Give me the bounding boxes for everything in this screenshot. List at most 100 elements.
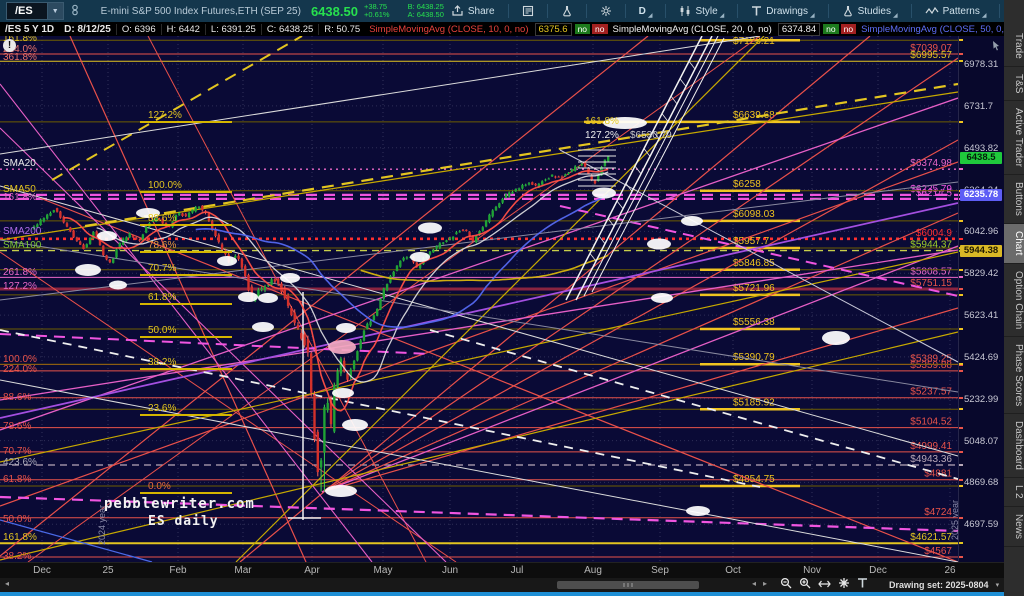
trendline[interactable] xyxy=(0,329,761,488)
price-level-label[interactable]: $4724 xyxy=(924,507,952,518)
fib-label[interactable]: 0.0% xyxy=(148,481,171,492)
sidebar-tab-t-s[interactable]: T&S xyxy=(1004,67,1024,102)
drawing-set-selector[interactable]: Drawing set: 2025-0804 xyxy=(889,580,989,590)
price-level-label[interactable]: $4999.41 xyxy=(910,441,952,452)
ellipse-annotation[interactable] xyxy=(328,340,356,354)
price-level-label[interactable]: $6374.98 xyxy=(910,158,952,169)
time-axis[interactable]: Dec 25 Feb Mar Apr May Jun Jul Aug Sep Oct Nov Dec 26 xyxy=(0,562,1004,579)
fib-label[interactable]: 78.6% xyxy=(148,240,176,251)
fib-label[interactable]: 161.8% xyxy=(3,532,37,543)
page-left-icon[interactable]: ◂ xyxy=(752,579,756,588)
fib-label[interactable]: 61.8% xyxy=(148,292,176,303)
fib-label[interactable]: 100.0% xyxy=(148,180,182,191)
price-level-label[interactable]: $5944.37 xyxy=(910,240,952,251)
fib-label[interactable]: 78.6% xyxy=(3,421,31,432)
trendline[interactable] xyxy=(27,36,761,562)
timeframe-button[interactable]: D ◢ xyxy=(632,0,660,22)
sidebar-tab-l-2[interactable]: L 2 xyxy=(1004,478,1024,507)
fib-label[interactable]: 23.6% xyxy=(148,403,176,414)
fib-label[interactable]: SMA20 xyxy=(3,158,36,169)
style-button[interactable]: Style ◢ xyxy=(672,0,731,22)
fib-label[interactable]: 70.7% xyxy=(3,446,31,457)
fib-label[interactable]: 61.8% xyxy=(3,474,31,485)
price-axis[interactable]: 6978.316731.76493.826264.246042.965829.4… xyxy=(958,36,1005,562)
ellipse-annotation[interactable] xyxy=(258,293,278,303)
drawings-button[interactable]: Drawings ◢ xyxy=(744,0,821,22)
fib-label[interactable]: 161.8% xyxy=(3,192,37,203)
trendline[interactable] xyxy=(0,251,457,562)
trendline[interactable] xyxy=(0,83,373,562)
sidebar-tab-dashboard[interactable]: Dashboard xyxy=(1004,414,1024,479)
price-level-label[interactable]: $5237.57 xyxy=(910,387,952,398)
fib-price-label[interactable]: $6258 xyxy=(733,179,761,190)
trendline[interactable] xyxy=(429,329,958,480)
fib-label[interactable]: 161.8% xyxy=(585,116,619,127)
trendline[interactable] xyxy=(84,82,958,228)
patterns-button[interactable]: Patterns ◢ xyxy=(918,0,994,22)
ellipse-annotation[interactable] xyxy=(252,322,274,332)
fib-label[interactable]: 50.0% xyxy=(3,514,31,525)
ellipse-annotation[interactable] xyxy=(75,264,101,276)
study-label[interactable]: SimpleMovingAvg (CLOSE, 50, 0, no) xyxy=(857,24,1024,35)
ellipse-annotation[interactable] xyxy=(97,231,117,241)
fib-price-label[interactable]: $5846.85 xyxy=(733,258,775,269)
ellipse-annotation[interactable] xyxy=(822,331,850,345)
ellipse-annotation[interactable] xyxy=(592,187,616,199)
trendline[interactable] xyxy=(51,36,303,181)
symbol-input[interactable]: /ES ▼ xyxy=(6,2,64,20)
fib-label[interactable]: SMA200 xyxy=(3,226,42,237)
fib-label[interactable]: 127.2% xyxy=(148,110,182,121)
analyze-button[interactable] xyxy=(554,0,580,22)
fib-label[interactable]: 127.2% xyxy=(3,281,37,292)
chart-plot[interactable]: $7039.07$6995.57$6374.98$6235.79$6214.5$… xyxy=(0,36,958,562)
ellipse-annotation[interactable] xyxy=(280,273,300,283)
trendline[interactable] xyxy=(235,36,765,562)
trendline[interactable] xyxy=(0,379,958,562)
ellipse-annotation[interactable] xyxy=(418,222,442,234)
ellipse-annotation[interactable] xyxy=(217,256,237,266)
sidebar-tab-trade[interactable]: Trade xyxy=(1004,26,1024,67)
trendline[interactable] xyxy=(239,36,871,562)
notes-button[interactable] xyxy=(515,0,541,22)
price-level-label[interactable]: $4943.36 xyxy=(910,454,952,465)
fib-label[interactable]: 88.6% xyxy=(148,213,176,224)
price-level-label[interactable]: $4621.57 xyxy=(910,532,952,543)
studies-button[interactable]: Studies ◢ xyxy=(835,0,905,22)
ellipse-annotation[interactable] xyxy=(332,388,354,398)
fib-label[interactable]: 127.2% xyxy=(585,130,619,141)
link-icon[interactable] xyxy=(69,4,81,19)
sidebar-tab-phase-scores[interactable]: Phase Scores xyxy=(1004,337,1024,415)
fib-label[interactable]: 88.6% xyxy=(3,392,31,403)
study-label[interactable]: SimpleMovingAvg (CLOSE, 20, 0, no) xyxy=(609,24,776,35)
ellipse-annotation[interactable] xyxy=(325,485,357,497)
fib-price-label[interactable]: $6098.03 xyxy=(733,209,775,220)
trendline[interactable] xyxy=(321,245,958,493)
page-right-icon[interactable]: ▸ xyxy=(763,579,767,588)
price-level-label[interactable]: $4567 xyxy=(924,546,952,557)
fib-label[interactable]: 423.6% xyxy=(3,457,37,468)
ellipse-annotation[interactable] xyxy=(109,280,127,290)
axis-settings-icon[interactable] xyxy=(991,38,1002,56)
trendline[interactable] xyxy=(0,91,958,241)
chart-canvas[interactable]: $7039.07 $6995.57 $6374.98 $6235.79 $6214.5 $… xyxy=(0,36,958,562)
fib-label[interactable]: 261.8% xyxy=(3,267,37,278)
channel-line[interactable] xyxy=(591,37,725,293)
fib-label[interactable]: SMA100 xyxy=(3,240,42,251)
ellipse-annotation[interactable] xyxy=(342,419,368,431)
fib-label[interactable]: 50.0% xyxy=(148,325,176,336)
sidebar-tab-buttons[interactable]: Buttons xyxy=(1004,175,1024,225)
share-button[interactable]: Share xyxy=(444,0,502,22)
scrollbar-handle[interactable] xyxy=(557,581,699,589)
ellipse-annotation[interactable] xyxy=(651,293,673,303)
price-level-label[interactable]: $5808.57 xyxy=(910,266,952,277)
ellipse-annotation[interactable] xyxy=(336,323,356,333)
fib-label[interactable]: 38.2% xyxy=(148,357,176,368)
fib-label[interactable]: $6530.79 xyxy=(630,130,672,141)
price-level-label[interactable]: $6214.5 xyxy=(916,188,953,199)
scroll-left-icon[interactable]: ◂ xyxy=(5,579,9,588)
ellipse-annotation[interactable] xyxy=(238,292,258,302)
price-level-label[interactable]: $6995.57 xyxy=(910,50,952,61)
ellipse-annotation[interactable] xyxy=(686,506,710,516)
fib-label[interactable]: 38.2% xyxy=(3,551,31,562)
fib-label[interactable]: 70.7% xyxy=(148,263,176,274)
